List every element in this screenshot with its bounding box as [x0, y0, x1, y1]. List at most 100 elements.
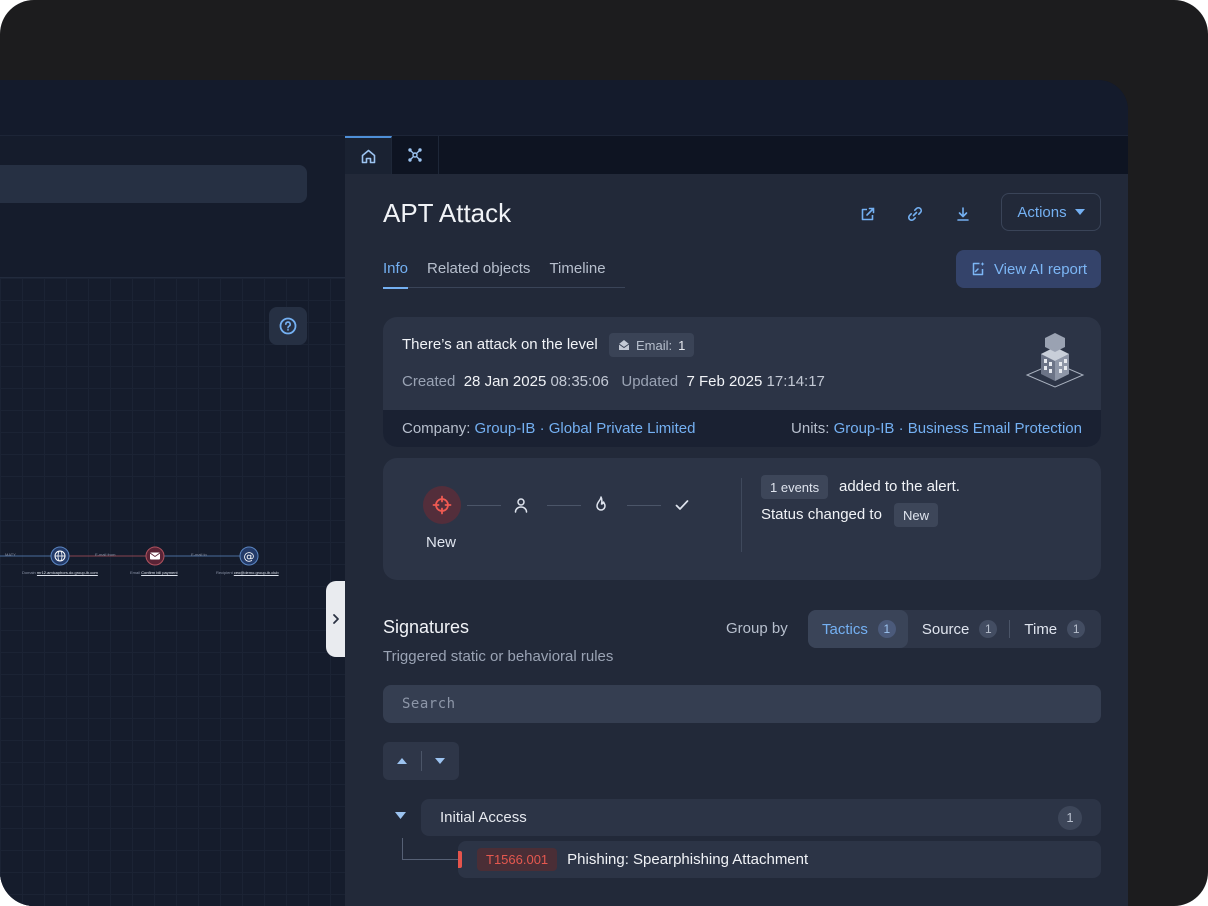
signatures-search-input[interactable]: Search [383, 685, 1101, 723]
home-icon [361, 149, 375, 163]
expand-collapse-controls [383, 742, 459, 780]
panel-toggle-button[interactable] [326, 581, 346, 657]
download-icon [957, 207, 969, 221]
signature-row[interactable]: T1566.001 Phishing: Spearphishing Attach… [458, 841, 1101, 878]
units-link[interactable]: Group-IB · Business Email Protection [834, 420, 1082, 437]
ai-report-label: View AI report [993, 260, 1088, 278]
edge-label: E-mail to [191, 552, 207, 557]
signatures-subtitle: Triggered static or behavioral rules [383, 648, 614, 665]
status-step-assigned[interactable] [509, 495, 533, 515]
created-date: 28 Jan 2025 [463, 373, 547, 390]
status-change-text: Status changed to [761, 506, 882, 523]
step-connector [627, 505, 661, 506]
copy-link-button[interactable] [901, 200, 929, 228]
company-label: Company: [402, 420, 471, 437]
external-link-icon [861, 207, 875, 221]
updated-date: 7 Feb 2025 [686, 373, 763, 390]
created-time: 08:35:06 [550, 373, 609, 390]
graph-search-input[interactable] [0, 165, 307, 203]
company-link[interactable]: Group-IB · Global Private Limited [475, 420, 696, 437]
severity-indicator [458, 851, 462, 868]
tab-timeline[interactable]: Timeline [549, 248, 624, 288]
status-badge: New [894, 503, 939, 527]
step-connector [547, 505, 581, 506]
units-field: Units: Group-IB · Business Email Protect… [791, 420, 1082, 437]
envelope-icon[interactable] [145, 546, 165, 566]
collapse-all-button[interactable] [383, 758, 421, 764]
user-icon [514, 498, 528, 513]
ai-report-icon [972, 262, 985, 276]
node-label-domain: Domain mr12.amicaphors.do.group-ib.com [22, 570, 98, 575]
relation-graph[interactable]: @ MATY E-mail from E-mail to Domain mr12… [0, 536, 300, 586]
building-icon [1025, 333, 1085, 388]
divider [741, 478, 742, 552]
help-icon [279, 317, 297, 335]
graph-nodes-icon [408, 148, 422, 162]
expand-all-button[interactable] [422, 758, 460, 764]
view-ai-report-button[interactable]: View AI report [956, 250, 1101, 288]
actions-label: Actions [1017, 203, 1067, 221]
option-count: 1 [1067, 620, 1086, 638]
created-label: Created [402, 373, 456, 390]
graph-canvas[interactable] [0, 278, 345, 906]
option-label: Time [1024, 620, 1058, 638]
caret-down-icon[interactable] [395, 812, 406, 819]
company-field: Company: Group-IB · Global Private Limit… [402, 420, 695, 437]
edge-label: MATY [5, 552, 16, 557]
status-step-resolved[interactable] [670, 495, 694, 515]
graph-panel: @ MATY E-mail from E-mail to Domain mr12… [0, 136, 346, 906]
units-label: Units: [791, 420, 830, 437]
flame-icon [596, 496, 606, 511]
tab-home[interactable] [345, 136, 392, 174]
check-icon [675, 500, 689, 510]
chevron-right-icon [333, 614, 339, 624]
tactic-count: 1 [1058, 805, 1082, 830]
email-badge-label: Email: [636, 337, 673, 353]
signature-name: Phishing: Spearphishing Attachment [567, 851, 809, 868]
option-count: 1 [877, 620, 896, 638]
alert-title: APT Attack [383, 198, 512, 228]
status-card: New 1 events added to the alert. Status … [383, 458, 1101, 580]
help-button[interactable] [269, 307, 307, 345]
events-count-badge[interactable]: 1 events [761, 475, 829, 499]
tactic-name: Initial Access [440, 809, 527, 826]
alert-ownership: Company: Group-IB · Global Private Limit… [383, 410, 1101, 447]
updated-label: Updated [621, 373, 679, 390]
download-button[interactable] [949, 200, 977, 228]
tactic-group-row[interactable]: Initial Access 1 [421, 799, 1101, 836]
group-by-time[interactable]: Time 1 [1010, 610, 1097, 648]
tab-graph[interactable] [392, 136, 439, 174]
svg-text:@: @ [244, 550, 255, 563]
option-label: Tactics [822, 620, 868, 638]
tab-related-objects[interactable]: Related objects [427, 248, 549, 288]
group-by-tactics[interactable]: Tactics 1 [808, 610, 908, 648]
updated-time: 17:14:17 [766, 373, 825, 390]
status-step-in-progress[interactable] [589, 495, 613, 515]
alert-tabs: Info Related objects Timeline [383, 248, 625, 289]
group-by-label: Group by [726, 620, 788, 637]
signatures-title: Signatures [383, 617, 470, 637]
actions-dropdown[interactable]: Actions [1001, 193, 1101, 231]
globe-icon[interactable] [50, 546, 70, 566]
caret-down-icon [435, 758, 446, 764]
at-icon[interactable]: @ [239, 546, 259, 566]
email-count-badge[interactable]: Email: 1 [609, 333, 695, 357]
option-label: Source [921, 620, 970, 638]
node-label-recipient: Recipient ceo@demo.group-ib.club [216, 570, 279, 575]
top-bar [0, 80, 1128, 136]
caret-up-icon [396, 758, 407, 764]
group-by-source[interactable]: Source 1 [908, 610, 1010, 648]
status-step-new[interactable] [423, 486, 461, 524]
panel-tabs [345, 136, 1128, 174]
group-by-toggle: Tactics 1 Source 1 Time 1 [808, 610, 1101, 648]
tab-info[interactable]: Info [383, 248, 409, 289]
option-count: 1 [979, 620, 998, 638]
alert-info-card: There’s an attack on the level Email: 1 … [383, 317, 1101, 447]
device-frame: @ MATY E-mail from E-mail to Domain mr12… [0, 0, 1208, 906]
open-external-button[interactable] [854, 200, 882, 228]
caret-down-icon [1074, 209, 1085, 215]
current-status-label: New [426, 534, 457, 551]
app-screen: @ MATY E-mail from E-mail to Domain mr12… [0, 80, 1128, 906]
technique-code-badge: T1566.001 [477, 848, 558, 871]
alert-details-panel: APT Attack Actions Info Related objects … [345, 136, 1128, 906]
